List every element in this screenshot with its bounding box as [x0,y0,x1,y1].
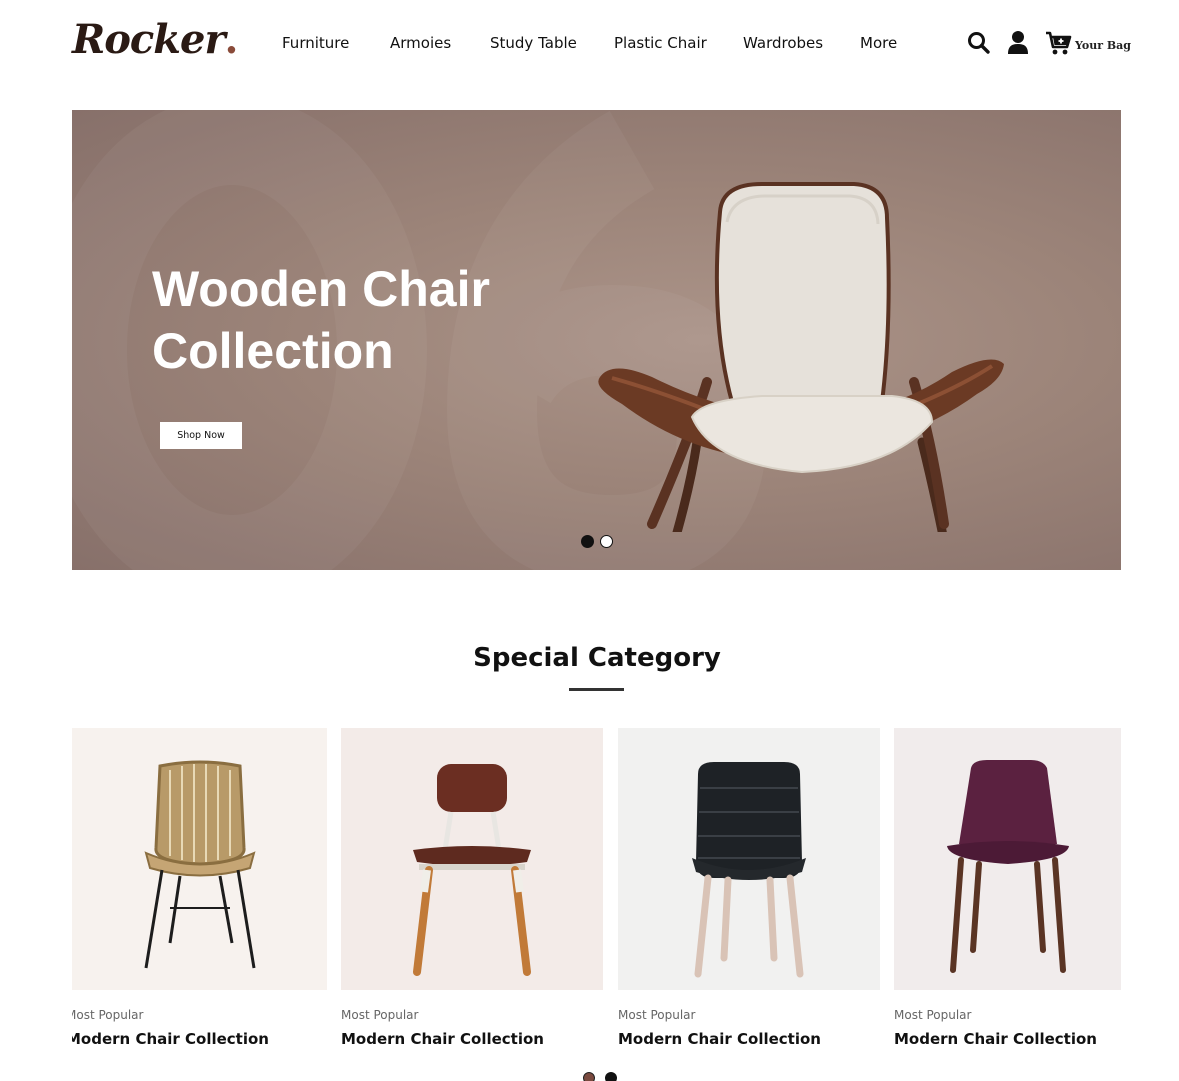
nav-item-armoies[interactable]: Armoies [390,32,451,54]
nav-item-furniture[interactable]: Furniture [282,32,349,54]
category-carousel: Most Popular Modern Chair Collection Mos… [0,728,1179,1058]
card-kicker: Most Popular [618,1008,696,1022]
card-title[interactable]: Modern Chair Collection [72,1030,269,1048]
category-card[interactable]: Most Popular Modern Chair Collection [894,728,1121,1058]
card-image [72,728,327,990]
card-title[interactable]: Modern Chair Collection [894,1030,1097,1048]
hero-title: Wooden Chair Collection [152,258,552,382]
hero-slider: Wooden Chair Collection Shop Now [72,110,1121,570]
black-padded-chair-image [692,762,806,978]
shop-now-button[interactable]: Shop Now [160,422,242,449]
search-button[interactable] [966,30,994,58]
card-kicker: Most Popular [72,1008,144,1022]
user-icon [1008,31,1028,54]
card-kicker: Most Popular [894,1008,972,1022]
section-underline [569,688,624,691]
nav-item-more[interactable]: More [860,32,897,54]
section-title: Special Category [473,643,721,673]
carousel-pagination [583,1072,617,1081]
hero-dot-1[interactable] [581,535,594,548]
carousel-dot-1[interactable] [583,1072,595,1081]
category-card[interactable]: Most Popular Modern Chair Collection [341,728,603,1058]
hero-pagination [581,535,613,548]
site-header: Rocker . Furniture Armoies Study Table P… [0,0,1179,86]
card-title[interactable]: Modern Chair Collection [618,1030,821,1048]
card-title[interactable]: Modern Chair Collection [341,1030,544,1048]
account-button[interactable] [1006,30,1034,58]
nav-item-wardrobes[interactable]: Wardrobes [743,32,823,54]
search-icon [968,32,990,54]
rattan-chair-image [144,760,255,969]
cart-plus-icon [1046,31,1072,55]
card-image [894,728,1121,990]
logo-text: Rocker [72,16,226,63]
logo[interactable]: Rocker . [72,16,238,64]
card-image [618,728,880,990]
nav-item-study-table[interactable]: Study Table [490,32,577,54]
cart-button[interactable] [1045,30,1073,58]
bag-label[interactable]: Your Bag [1075,39,1131,52]
card-kicker: Most Popular [341,1008,419,1022]
hero-title-line2: Collection [152,323,394,379]
plum-upholstered-chair-image [946,760,1069,973]
logo-dot: . [224,16,239,63]
hero-title-line1: Wooden Chair [152,261,490,317]
category-card[interactable]: Most Popular Modern Chair Collection [618,728,880,1058]
category-card[interactable]: Most Popular Modern Chair Collection [72,728,327,1058]
carousel-dot-2[interactable] [605,1072,617,1081]
hero-dot-2[interactable] [600,535,613,548]
nav-item-plastic-chair[interactable]: Plastic Chair [614,32,707,54]
card-image [341,728,603,990]
hero-chair-image [598,182,1004,532]
leather-wood-chair-image [413,764,531,976]
